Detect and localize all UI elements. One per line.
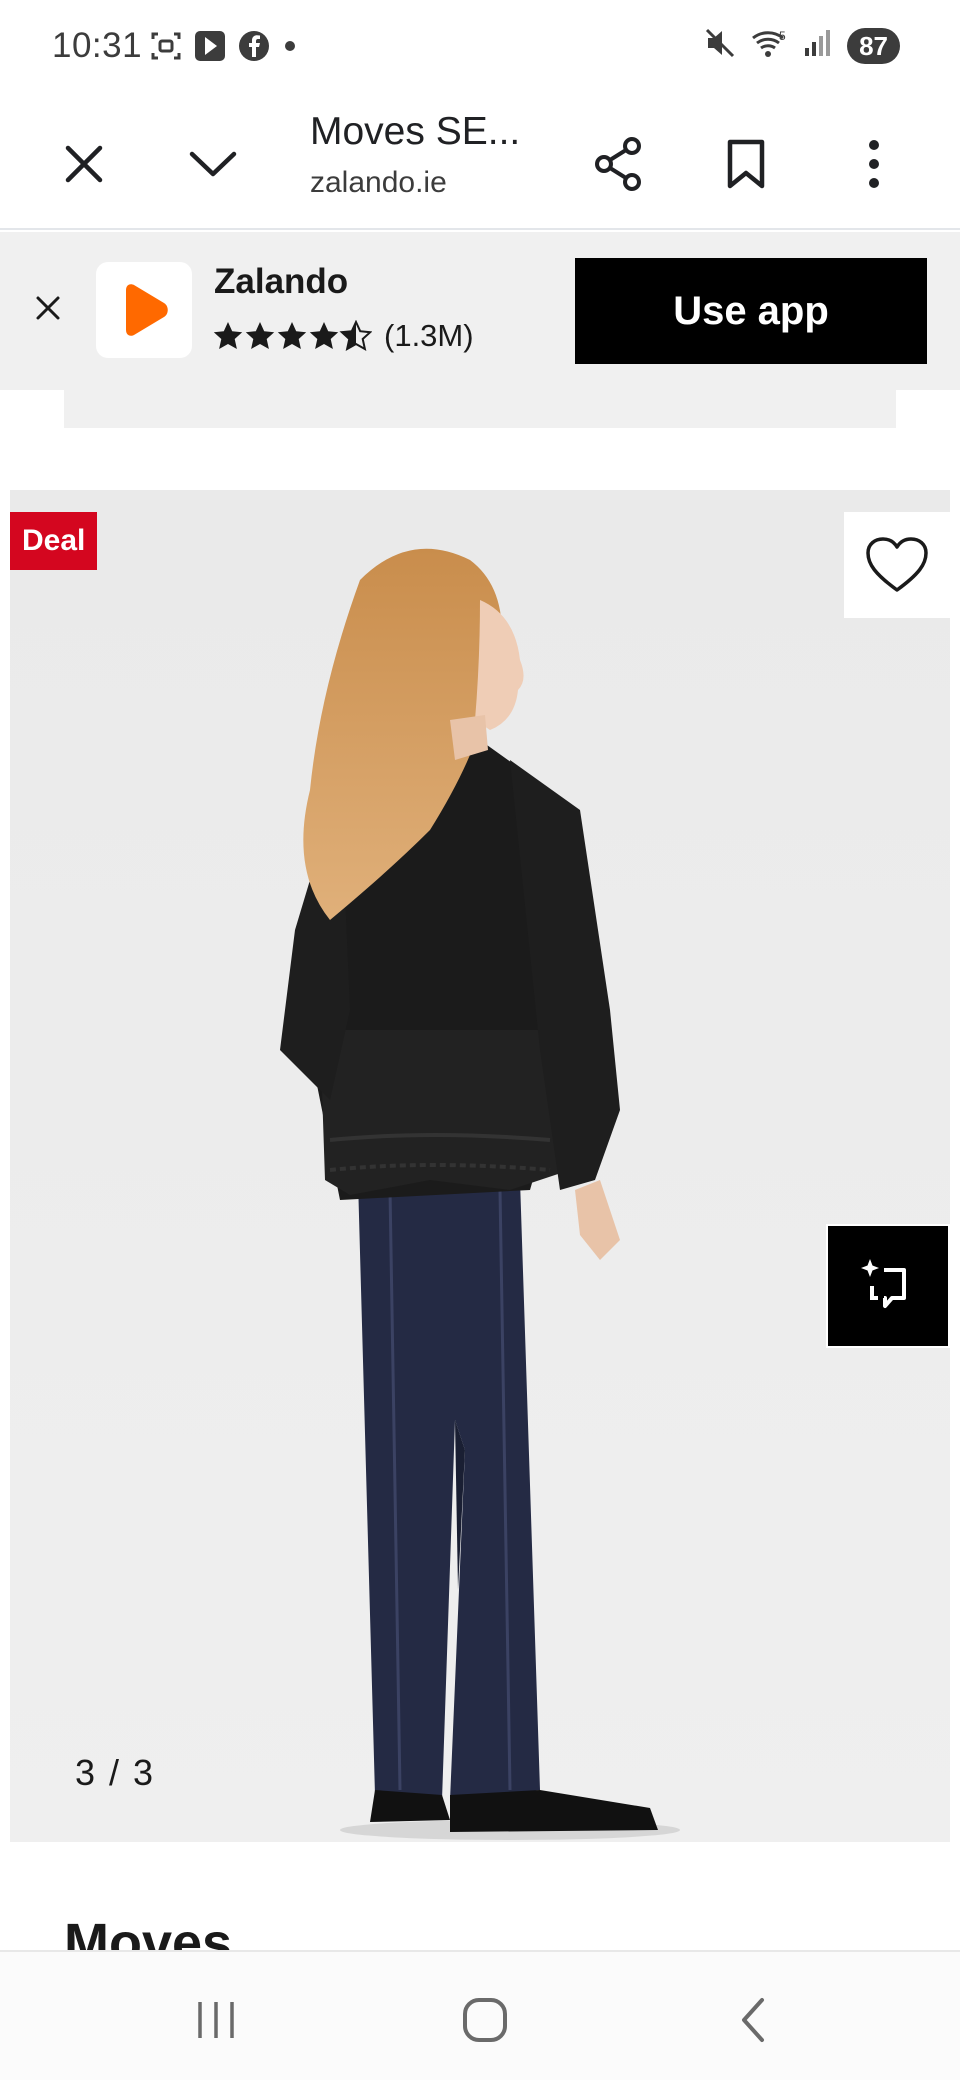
status-bar: 10:31 5 87	[0, 0, 960, 96]
product-image-carousel[interactable]: Deal 3 / 3	[10, 490, 950, 1842]
banner-strip	[64, 390, 896, 428]
close-icon	[36, 296, 60, 320]
app-rating: (1.3M)	[212, 318, 474, 354]
page-url[interactable]: zalando.ie	[310, 166, 447, 200]
facebook-icon	[238, 30, 270, 67]
play-store-icon	[194, 30, 226, 67]
find-similar-button[interactable]	[826, 1224, 950, 1348]
app-name: Zalando	[214, 262, 349, 301]
mute-icon	[703, 26, 737, 65]
share-icon	[595, 137, 641, 191]
deal-badge: Deal	[10, 512, 98, 570]
brand-name[interactable]: Moves	[64, 1912, 232, 1950]
home-button[interactable]	[425, 1980, 545, 2060]
visual-search-icon	[861, 1259, 906, 1308]
signal-label: 5	[779, 29, 786, 43]
wishlist-button[interactable]	[844, 512, 950, 618]
image-counter: 3 / 3	[75, 1752, 156, 1793]
home-icon	[463, 1998, 507, 2042]
more-options-button[interactable]	[834, 124, 914, 204]
zalando-logo	[96, 262, 192, 358]
screenshot-icon	[150, 30, 182, 67]
status-time: 10:31	[52, 26, 143, 65]
notification-dot-icon	[282, 30, 298, 67]
close-tab-button[interactable]	[44, 124, 124, 204]
browser-toolbar: Moves SE... zalando.ie	[0, 96, 960, 230]
back-icon	[742, 1998, 764, 2042]
battery-indicator: 87	[847, 27, 900, 64]
recent-apps-button[interactable]	[156, 1980, 276, 2060]
minimize-button[interactable]	[173, 124, 253, 204]
system-icons: 5 87	[703, 26, 900, 65]
rating-count: (1.3M)	[384, 318, 474, 353]
recent-apps-icon	[198, 2002, 234, 2038]
bookmark-icon	[727, 139, 765, 189]
product-photo	[10, 490, 950, 1842]
heart-icon	[866, 537, 928, 592]
cell-signal-icon	[803, 26, 833, 65]
use-app-button[interactable]: Use app	[575, 258, 927, 364]
star-rating-icon	[213, 320, 372, 351]
notification-icons	[150, 30, 298, 67]
share-button[interactable]	[578, 124, 658, 204]
bookmark-button[interactable]	[706, 124, 786, 204]
close-icon	[65, 145, 103, 183]
chevron-down-icon	[189, 151, 237, 177]
app-install-banner: Zalando (1.3M) Use app	[0, 232, 960, 390]
dismiss-banner-button[interactable]	[28, 288, 68, 328]
system-navigation-bar	[0, 1950, 960, 2080]
more-vert-icon	[869, 140, 879, 188]
wifi-icon: 5	[751, 26, 789, 65]
zalando-play-icon	[126, 284, 168, 336]
page-title: Moves SE...	[310, 110, 521, 153]
brand-heading-container: Moves	[0, 1900, 960, 1950]
back-button[interactable]	[694, 1980, 814, 2060]
